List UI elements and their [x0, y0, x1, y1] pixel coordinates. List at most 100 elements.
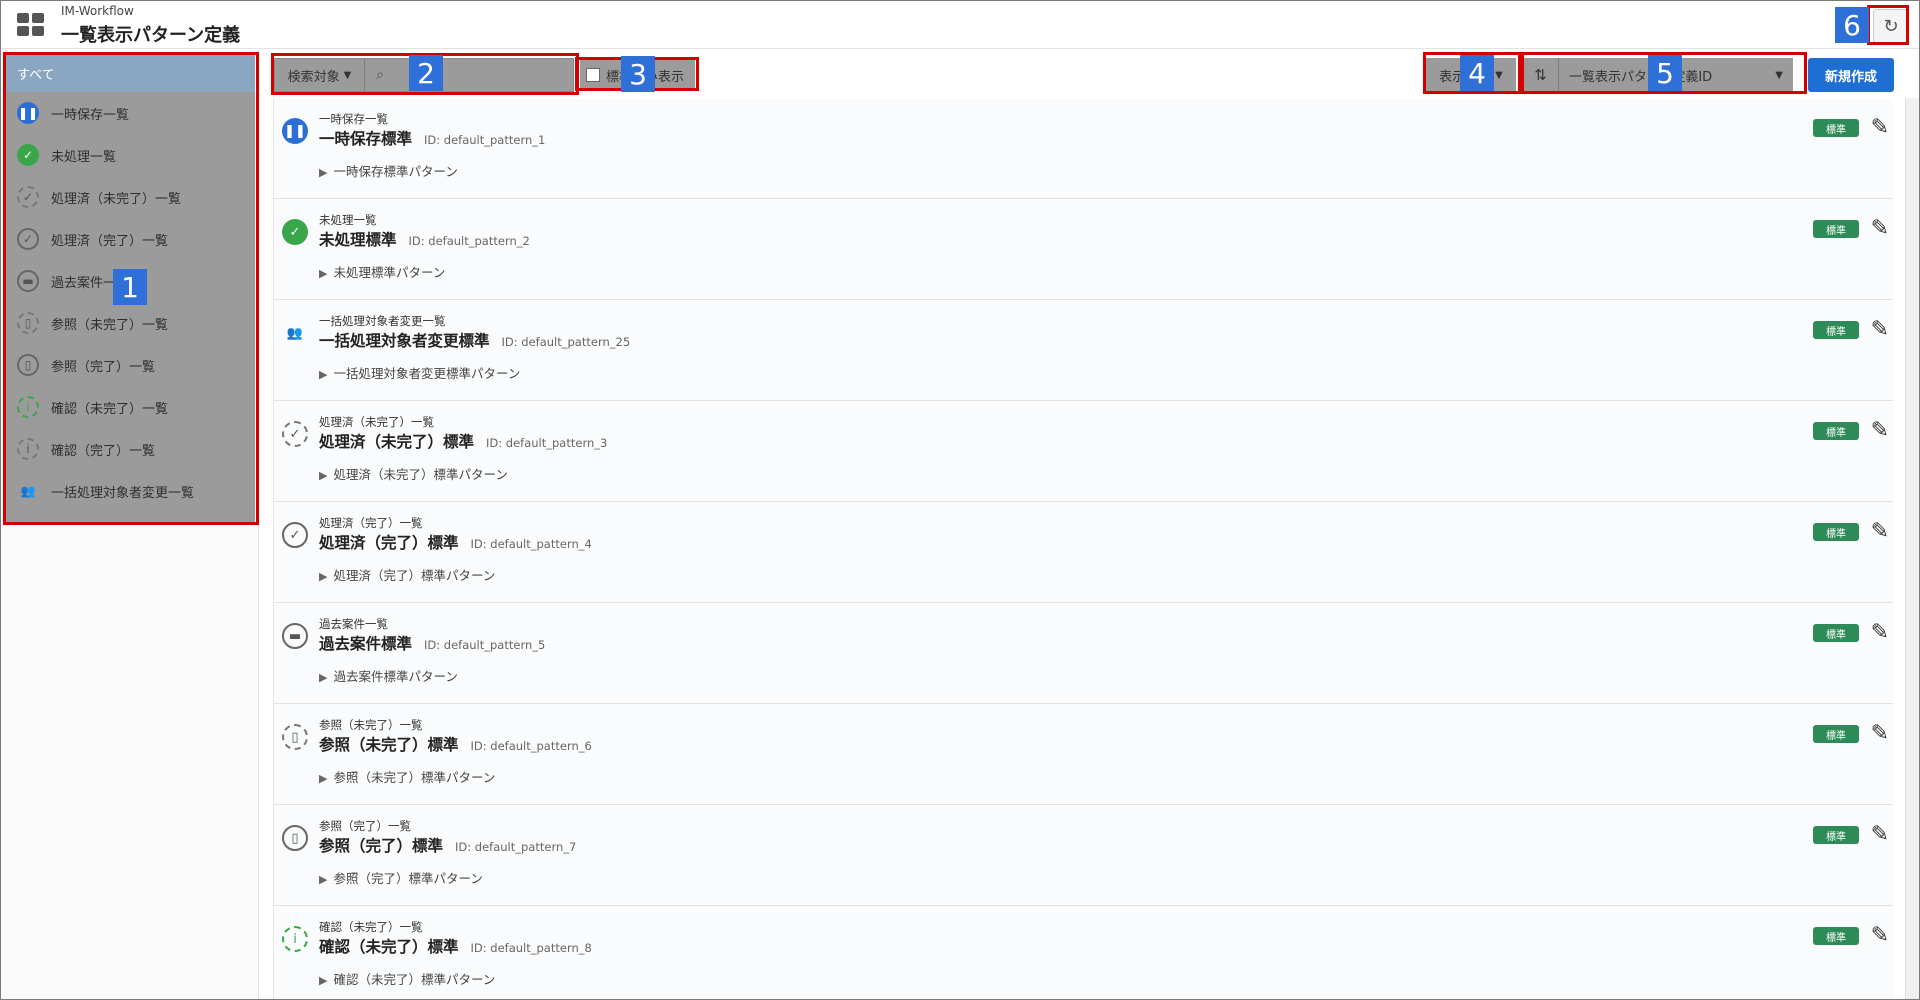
sidebar-item-label: 参照（完了）一覧 [51, 359, 156, 375]
row-description-toggle[interactable]: ▶ 過去案件標準パターン [319, 666, 458, 685]
annotation-label-5: 5 [1648, 55, 1682, 91]
new-button[interactable]: 新規作成 [1808, 58, 1894, 92]
refresh-button[interactable]: ↻ [1873, 9, 1909, 43]
standard-badge: 標準 [1813, 422, 1859, 440]
expand-triangle-icon: ▶ [319, 873, 328, 886]
row-description-toggle[interactable]: ▶ 参照（未完了）標準パターン [319, 767, 495, 786]
row-description: 過去案件標準パターン [333, 669, 458, 684]
row-name[interactable]: 参照（未完了）標準 [319, 736, 459, 754]
list-item[interactable]: ✓ 処理済（未完了）一覧 処理済（未完了）標準 ID: default_pattern… [274, 401, 1893, 502]
row-description-toggle[interactable]: ▶ 参照（完了）標準パターン [319, 868, 483, 887]
sidebar-item[interactable]: ✓ 処理済（完了）一覧 [5, 218, 255, 260]
edit-pencil-icon[interactable]: ✎ [1871, 519, 1889, 544]
dashed-info-icon: i [17, 396, 39, 418]
row-description: 確認（未完了）標準パターン [333, 972, 496, 987]
row-name-line: 処理済（未完了）標準 ID: default_pattern_3 [319, 430, 607, 452]
pause-icon: ❚❚ [282, 118, 308, 144]
edit-pencil-icon[interactable]: ✎ [1871, 721, 1889, 746]
row-description: 参照（未完了）標準パターン [333, 770, 496, 785]
sidebar-item[interactable]: ✓ 処理済（未完了）一覧 [5, 176, 255, 218]
annotation-label-3: 3 [621, 56, 655, 92]
row-name-line: 参照（未完了）標準 ID: default_pattern_6 [319, 733, 592, 755]
edit-pencil-icon[interactable]: ✎ [1871, 923, 1889, 948]
sidebar-item-label: 処理済（完了）一覧 [51, 233, 169, 249]
edit-pencil-icon[interactable]: ✎ [1871, 317, 1889, 342]
sidebar-item-label: 確認（完了）一覧 [51, 443, 156, 459]
row-name[interactable]: 確認（未完了）標準 [319, 938, 459, 956]
sidebar-item[interactable]: すべて [5, 54, 255, 92]
row-name[interactable]: 一時保存標準 [319, 130, 412, 148]
row-description-toggle[interactable]: ▶ 処理済（未完了）標準パターン [319, 464, 508, 483]
standard-badge: 標準 [1813, 119, 1859, 137]
expand-triangle-icon: ▶ [319, 671, 328, 684]
sort-order-icon[interactable]: ⇅ [1523, 58, 1559, 92]
scrollbar[interactable] [1905, 98, 1919, 999]
check-icon: ✓ [17, 228, 39, 250]
sidebar-item-label: 一括処理対象者変更一覧 [51, 485, 195, 501]
standard-badge: 標準 [1813, 826, 1859, 844]
list-item[interactable]: ▬ 過去案件一覧 過去案件標準 ID: default_pattern_5 ▶ 過去案件標… [274, 603, 1893, 704]
row-category: 確認（未完了）一覧 [319, 920, 423, 934]
row-name[interactable]: 処理済（未完了）標準 [319, 433, 474, 451]
row-name-line: 過去案件標準 ID: default_pattern_5 [319, 632, 545, 654]
edit-pencil-icon[interactable]: ✎ [1871, 216, 1889, 241]
row-name[interactable]: 未処理標準 [319, 231, 397, 249]
row-id: ID: default_pattern_2 [408, 234, 530, 248]
row-description-toggle[interactable]: ▶ 未処理標準パターン [319, 262, 445, 281]
row-category: 参照（未完了）一覧 [319, 718, 423, 732]
search-target-label: 検索対象 [287, 69, 340, 85]
row-description-toggle[interactable]: ▶ 一時保存標準パターン [319, 161, 458, 180]
sidebar-item[interactable]: ❚❚ 一時保存一覧 [5, 92, 255, 134]
sidebar-item-label: 処理済（未完了）一覧 [51, 191, 182, 207]
standard-badge: 標準 [1813, 927, 1859, 945]
chevron-down-icon: ▼ [1495, 69, 1503, 81]
row-description: 一括処理対象者変更標準パターン [333, 366, 521, 381]
row-name[interactable]: 処理済（完了）標準 [319, 534, 459, 552]
row-category: 未処理一覧 [319, 213, 377, 227]
sidebar-item[interactable]: i 確認（完了）一覧 [5, 428, 255, 470]
sidebar-item[interactable]: 👥 一括処理対象者変更一覧 [5, 470, 255, 512]
sidebar-item[interactable]: ▯ 参照（未完了）一覧 [5, 302, 255, 344]
app-frame: IM-Workflow 一覧表示パターン定義 ↻ すべて ❚❚ 一時保存一覧 ✓ 未処理… [0, 0, 1920, 1000]
expand-triangle-icon: ▶ [319, 166, 328, 179]
row-description: 参照（完了）標準パターン [333, 871, 483, 886]
page-title: 一覧表示パターン定義 [61, 25, 241, 46]
row-category: 処理済（完了）一覧 [319, 516, 423, 530]
sidebar-item[interactable]: ✓ 未処理一覧 [5, 134, 255, 176]
row-name-line: 一時保存標準 ID: default_pattern_1 [319, 127, 545, 149]
row-description: 処理済（未完了）標準パターン [333, 467, 508, 482]
sidebar-item[interactable]: i 確認（未完了）一覧 [5, 386, 255, 428]
search-target-dropdown[interactable]: 検索対象 ▼ [275, 59, 365, 91]
row-description-toggle[interactable]: ▶ 処理済（完了）標準パターン [319, 565, 495, 584]
annotation-label-6: 6 [1835, 7, 1869, 43]
row-category: 一括処理対象者変更一覧 [319, 314, 446, 328]
edit-pencil-icon[interactable]: ✎ [1871, 418, 1889, 443]
sidebar-item-label: 参照（未完了）一覧 [51, 317, 169, 333]
sidebar-item-label: すべて [17, 67, 55, 83]
edit-pencil-icon[interactable]: ✎ [1871, 115, 1889, 140]
edit-pencil-icon[interactable]: ✎ [1871, 620, 1889, 645]
list-item[interactable]: i 確認（未完了）一覧 確認（未完了）標準 ID: default_pattern_8… [274, 906, 1893, 999]
folder-icon: ▬ [17, 270, 39, 292]
row-description-toggle[interactable]: ▶ 確認（未完了）標準パターン [319, 969, 495, 988]
row-id: ID: default_pattern_25 [501, 335, 631, 349]
row-name[interactable]: 一括処理対象者変更標準 [319, 332, 490, 350]
checkbox[interactable] [586, 68, 600, 82]
pattern-list: ❚❚ 一時保存一覧 一時保存標準 ID: default_pattern_1 ▶ 一時保存… [273, 98, 1893, 999]
sort-field-label: 一覧表示パターン定義ID [1569, 69, 1713, 85]
app-grid-icon[interactable] [17, 13, 45, 37]
list-item[interactable]: ▯ 参照（未完了）一覧 参照（未完了）標準 ID: default_pattern_6… [274, 704, 1893, 805]
list-item[interactable]: ✓ 処理済（完了）一覧 処理済（完了）標準 ID: default_pattern_4… [274, 502, 1893, 603]
row-category: 参照（完了）一覧 [319, 819, 411, 833]
row-name[interactable]: 参照（完了）標準 [319, 837, 443, 855]
row-description-toggle[interactable]: ▶ 一括処理対象者変更標準パターン [319, 363, 520, 382]
row-name[interactable]: 過去案件標準 [319, 635, 412, 653]
row-id: ID: default_pattern_6 [470, 739, 592, 753]
list-item[interactable]: 👥 一括処理対象者変更一覧 一括処理対象者変更標準 ID: default_patte… [274, 300, 1893, 401]
row-category: 処理済（未完了）一覧 [319, 415, 434, 429]
list-item[interactable]: ✓ 未処理一覧 未処理標準 ID: default_pattern_2 ▶ 未処理標準パタ… [274, 199, 1893, 300]
list-item[interactable]: ▯ 参照（完了）一覧 参照（完了）標準 ID: default_pattern_7 ▶ 参… [274, 805, 1893, 906]
edit-pencil-icon[interactable]: ✎ [1871, 822, 1889, 847]
sidebar-item[interactable]: ▯ 参照（完了）一覧 [5, 344, 255, 386]
list-item[interactable]: ❚❚ 一時保存一覧 一時保存標準 ID: default_pattern_1 ▶ 一時保存… [274, 98, 1893, 199]
